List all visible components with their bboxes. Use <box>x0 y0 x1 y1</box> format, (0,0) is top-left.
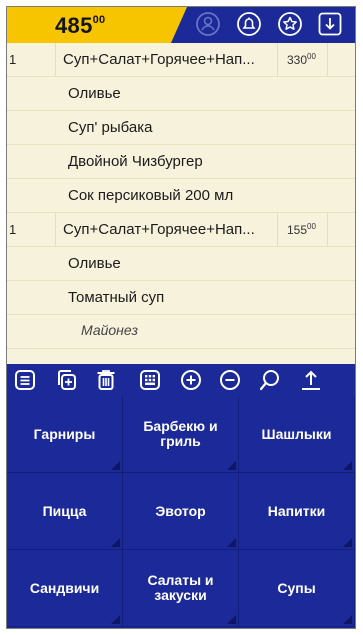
header-bar: 48500 <box>7 7 355 43</box>
category-button[interactable]: Гарниры <box>7 396 123 473</box>
category-label: Гарниры <box>33 425 96 442</box>
category-label: Напитки <box>267 502 326 519</box>
category-label: Супы <box>277 579 316 596</box>
bell-icon[interactable] <box>236 11 262 37</box>
star-icon[interactable] <box>277 11 303 37</box>
keypad-icon[interactable] <box>138 368 162 392</box>
sub-item-name: Сок персиковый 200 мл <box>68 187 234 204</box>
category-label: Салаты и закуски <box>147 572 214 603</box>
category-button[interactable]: Барбекю и гриль <box>123 396 239 473</box>
search-icon[interactable] <box>258 368 282 392</box>
category-label: Эвотор <box>155 502 206 519</box>
plus-icon[interactable] <box>179 368 203 392</box>
category-button[interactable]: Напитки <box>239 473 355 550</box>
item-name: Суп+Салат+Горячее+Нап... <box>63 221 255 238</box>
category-label: Пицца <box>42 502 87 519</box>
sub-item-row[interactable]: Томатный суп <box>7 281 355 315</box>
order-item-row[interactable]: 1 Суп+Салат+Горячее+Нап... 33000 <box>7 43 355 77</box>
category-label: Шашлыки <box>261 425 332 442</box>
category-button[interactable]: Пицца <box>7 473 123 550</box>
minus-icon[interactable] <box>218 368 242 392</box>
sub-item-name: Двойной Чизбургер <box>68 153 203 170</box>
category-button[interactable]: Супы <box>239 550 355 627</box>
trash-icon[interactable] <box>94 368 118 392</box>
item-price: 15500 <box>287 222 316 237</box>
item-quantity: 1 <box>9 222 17 237</box>
download-icon[interactable] <box>317 11 343 37</box>
sub-item-name: Суп' рыбака <box>68 119 153 136</box>
order-total-amount: 48500 <box>55 13 106 38</box>
order-total: 48500 <box>7 7 187 43</box>
order-item-row[interactable]: 1 Суп+Салат+Горячее+Нап... 15500 <box>7 213 355 247</box>
order-toolbar <box>7 364 355 396</box>
pos-window: 48500 1 Суп+Салат+Горячее+Нап... 33000 О… <box>6 6 356 629</box>
user-icon[interactable] <box>195 11 221 37</box>
item-name: Суп+Салат+Горячее+Нап... <box>63 51 255 68</box>
category-button[interactable]: Эвотор <box>123 473 239 550</box>
sub-item-name: Оливье <box>68 85 121 102</box>
sub-item-row[interactable]: Двойной Чизбургер <box>7 145 355 179</box>
category-label: Барбекю и гриль <box>143 418 218 449</box>
item-quantity: 1 <box>9 52 17 67</box>
sub-item-row[interactable]: Оливье <box>7 247 355 281</box>
sub-item-row[interactable]: Суп' рыбака <box>7 111 355 145</box>
copy-add-icon[interactable] <box>54 368 78 392</box>
order-list[interactable]: 1 Суп+Салат+Горячее+Нап... 33000 Оливье … <box>7 43 355 366</box>
category-button[interactable]: Шашлыки <box>239 396 355 473</box>
header-actions <box>171 7 355 43</box>
upload-icon[interactable] <box>299 368 323 392</box>
category-button[interactable]: Сандвичи <box>7 550 123 627</box>
category-button[interactable]: Салаты и закуски <box>123 550 239 627</box>
sub-item-name: Томатный суп <box>68 289 165 306</box>
item-price: 33000 <box>287 52 316 67</box>
list-icon[interactable] <box>13 368 37 392</box>
sub-item-name: Оливье <box>68 255 121 272</box>
category-label: Сандвичи <box>29 579 100 596</box>
sub-item-row[interactable]: Оливье <box>7 77 355 111</box>
modifier-name: Майонез <box>81 322 139 338</box>
modifier-row[interactable]: Майонез <box>7 315 355 349</box>
category-grid: Гарниры Барбекю и гриль Шашлыки Пицца Эв… <box>7 396 355 628</box>
sub-item-row[interactable]: Сок персиковый 200 мл <box>7 179 355 213</box>
